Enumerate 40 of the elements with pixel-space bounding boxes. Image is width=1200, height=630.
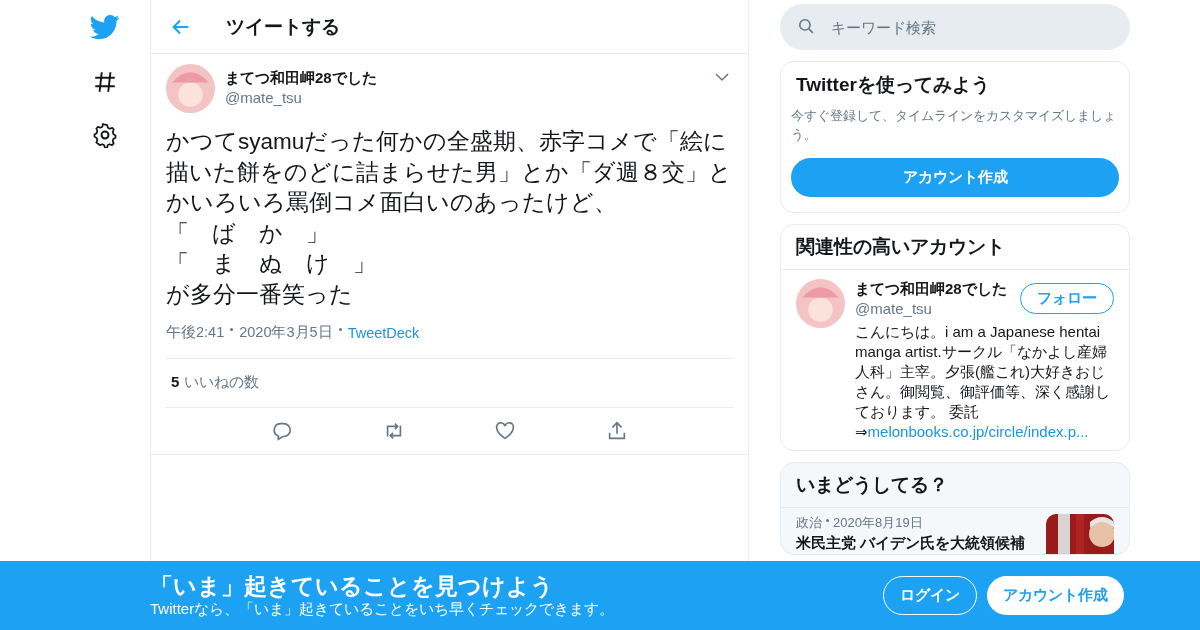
card-title: いまどうしてる？ — [781, 463, 1129, 508]
likes-label[interactable]: いいねの数 — [184, 373, 260, 392]
reply-icon[interactable] — [270, 420, 293, 442]
source-link[interactable]: TweetDeck — [347, 324, 420, 341]
signup-text: 今すぐ登録して、タイムラインをカスタマイズしましょう。 — [791, 107, 1117, 144]
separator-dot — [826, 519, 829, 522]
tweet-text-line: 「 ま ぬ け 」 — [166, 250, 377, 278]
tweet-text-line: が多分一番笑った — [166, 280, 354, 309]
trend-category: 政治 — [796, 514, 822, 532]
tweet-text-line: かいろいろ罵倒コメ面白いのあったけど、 — [166, 189, 618, 217]
search-icon — [797, 17, 816, 36]
create-account-button[interactable]: アカウント作成 — [791, 158, 1119, 197]
page-title: ツイートする — [226, 14, 340, 39]
account-name[interactable]: まてつ和田岬28でした — [855, 279, 1020, 299]
author-name[interactable]: まてつ和田岬28でした — [225, 68, 703, 88]
tweet-text-line: 「 ば か 」 — [166, 219, 330, 248]
signup-button[interactable]: アカウント作成 — [987, 576, 1124, 615]
account-bio: こんにちは。i am a Japanese hentai manga artist.サークル「なかよし産婦人科」主宰。夕張(艦これ)大好きおじさん。御閲覧、御評価等、深く感謝しております。 委託 ⇒melonbooks.co.jp/circle/index.p... — [855, 322, 1111, 442]
likes-count[interactable]: 5 — [171, 373, 180, 392]
bird-logo-icon[interactable] — [90, 12, 120, 42]
tweet-time: 午後2:41 — [166, 323, 225, 342]
search-field[interactable]: キーワード検索 — [780, 4, 1130, 50]
card-title: Twitterを使ってみよう — [795, 73, 991, 97]
separator-dot — [338, 328, 342, 331]
heart-icon[interactable] — [494, 420, 517, 442]
bio-link[interactable]: melonbooks.co.jp/circle/index.p... — [867, 423, 1089, 440]
hashtag-icon[interactable] — [92, 69, 118, 95]
banner-subtitle: Twitterなら、「いま」起きていることをいち早くチェックできます。 — [150, 600, 616, 619]
follow-button[interactable]: フォロー — [1020, 283, 1114, 314]
tweet-date: 2020年3月5日 — [239, 323, 333, 342]
trend-date: 2020年8月19日 — [833, 514, 923, 532]
card-title: 関連性の高いアカウント — [781, 225, 1129, 270]
author-handle[interactable]: @mate_tsu — [225, 88, 703, 107]
trend-headline[interactable]: 米民主党 バイデン氏を大統領候補 — [796, 534, 1036, 553]
tweet-text-line: 描いた餅をのどに詰まらせた男」とか「ダ週８交」と — [166, 158, 733, 187]
settings-icon[interactable] — [92, 122, 118, 148]
tweet-text-line: かつてsyamuだった何かの全盛期、赤字コメで「絵に — [166, 128, 729, 156]
banner-title: 「いま」起きていることを見つけよう — [150, 572, 555, 600]
separator-dot — [230, 328, 234, 331]
account-handle[interactable]: @mate_tsu — [855, 299, 1020, 318]
